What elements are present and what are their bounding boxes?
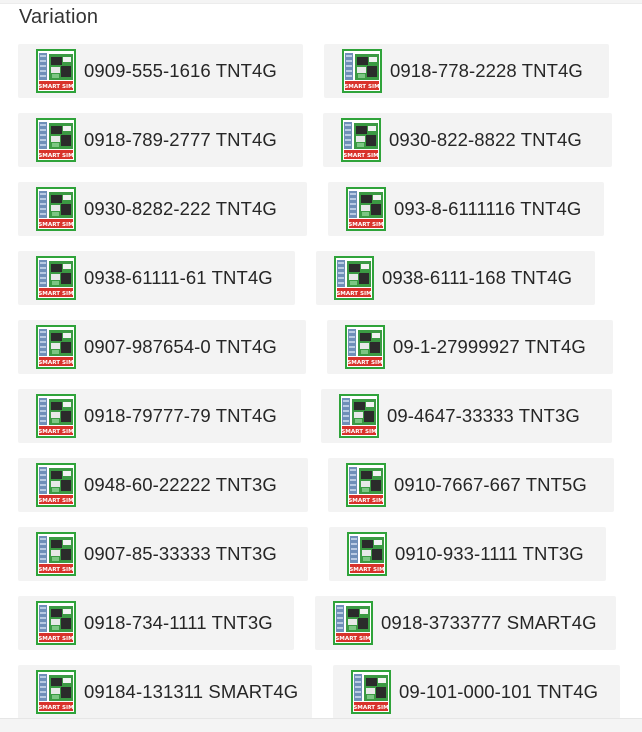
svg-text:SMART SIM: SMART SIM bbox=[38, 705, 74, 711]
smart-sim-card-icon: SMART SIM bbox=[346, 187, 386, 231]
svg-text:SMART SIM: SMART SIM bbox=[348, 498, 384, 504]
option-label: 0910-7667-667 TNT5G bbox=[394, 474, 587, 495]
variation-option[interactable]: SMART SIM 0910-7667-667 TNT5G bbox=[328, 458, 614, 512]
smart-sim-card-icon: SMART SIM bbox=[36, 325, 76, 369]
svg-text:SMART SIM: SMART SIM bbox=[38, 636, 74, 642]
option-label: 0918-734-1111 TNT3G bbox=[84, 612, 273, 633]
variation-option[interactable]: SMART SIM 0938-6111-168 TNT4G bbox=[316, 251, 595, 305]
option-label: 0938-6111-168 TNT4G bbox=[382, 267, 573, 288]
smart-sim-card-icon: SMART SIM bbox=[36, 463, 76, 507]
smart-sim-card-icon: SMART SIM bbox=[351, 670, 391, 714]
smart-sim-card-icon: SMART SIM bbox=[341, 118, 381, 162]
variation-option[interactable]: SMART SIM 0918-734-1111 TNT3G bbox=[18, 596, 294, 650]
option-label: 0918-3733777 SMART4G bbox=[381, 612, 597, 633]
option-label: 0938-61111-61 TNT4G bbox=[84, 267, 273, 288]
svg-text:SMART SIM: SMART SIM bbox=[38, 498, 74, 504]
svg-text:SMART SIM: SMART SIM bbox=[38, 291, 74, 297]
variation-option[interactable]: SMART SIM 09-1-27999927 TNT4G bbox=[327, 320, 613, 374]
variation-option[interactable]: SMART SIM 0918-3733777 SMART4G bbox=[315, 596, 616, 650]
svg-text:SMART SIM: SMART SIM bbox=[38, 429, 74, 435]
smart-sim-card-icon: SMART SIM bbox=[333, 601, 373, 645]
svg-text:SMART SIM: SMART SIM bbox=[335, 636, 371, 642]
option-label: 09-4647-33333 TNT3G bbox=[387, 405, 580, 426]
option-label: 0907-85-33333 TNT3G bbox=[84, 543, 277, 564]
svg-text:SMART SIM: SMART SIM bbox=[347, 360, 383, 366]
variation-option[interactable]: SMART SIM 0938-61111-61 TNT4G bbox=[18, 251, 295, 305]
smart-sim-card-icon: SMART SIM bbox=[36, 49, 76, 93]
svg-text:SMART SIM: SMART SIM bbox=[341, 429, 377, 435]
variation-option[interactable]: SMART SIM 0930-822-8822 TNT4G bbox=[323, 113, 612, 167]
option-label: 0918-79777-79 TNT4G bbox=[84, 405, 277, 426]
variation-option[interactable]: SMART SIM 0918-79777-79 TNT4G bbox=[18, 389, 301, 443]
variation-option[interactable]: SMART SIM 09-101-000-101 TNT4G bbox=[333, 665, 620, 719]
svg-text:SMART SIM: SMART SIM bbox=[38, 360, 74, 366]
variation-option[interactable]: SMART SIM 0918-778-2228 TNT4G bbox=[324, 44, 609, 98]
option-label: 093-8-6111116 TNT4G bbox=[394, 198, 582, 219]
variation-option[interactable]: SMART SIM 0907-987654-0 TNT4G bbox=[18, 320, 306, 374]
option-label: 0918-778-2228 TNT4G bbox=[390, 60, 583, 81]
smart-sim-card-icon: SMART SIM bbox=[36, 187, 76, 231]
svg-text:SMART SIM: SMART SIM bbox=[344, 84, 380, 90]
svg-text:SMART SIM: SMART SIM bbox=[38, 153, 74, 159]
variation-option[interactable]: SMART SIM 09-4647-33333 TNT3G bbox=[321, 389, 612, 443]
smart-sim-card-icon: SMART SIM bbox=[36, 601, 76, 645]
smart-sim-card-icon: SMART SIM bbox=[345, 325, 385, 369]
variation-option[interactable]: SMART SIM 0910-933-1111 TNT3G bbox=[329, 527, 606, 581]
smart-sim-card-icon: SMART SIM bbox=[346, 463, 386, 507]
svg-text:SMART SIM: SMART SIM bbox=[349, 567, 385, 573]
smart-sim-card-icon: SMART SIM bbox=[342, 49, 382, 93]
option-label: 0907-987654-0 TNT4G bbox=[84, 336, 277, 357]
smart-sim-card-icon: SMART SIM bbox=[36, 118, 76, 162]
option-label: 0909-555-1616 TNT4G bbox=[84, 60, 277, 81]
svg-text:SMART SIM: SMART SIM bbox=[353, 705, 389, 711]
svg-text:SMART SIM: SMART SIM bbox=[343, 153, 379, 159]
variation-option[interactable]: SMART SIM 0930-8282-222 TNT4G bbox=[18, 182, 307, 236]
variation-option[interactable]: SMART SIM 0918-789-2777 TNT4G bbox=[18, 113, 303, 167]
smart-sim-card-icon: SMART SIM bbox=[36, 532, 76, 576]
smart-sim-card-icon: SMART SIM bbox=[334, 256, 374, 300]
option-label: 0910-933-1111 TNT3G bbox=[395, 543, 584, 564]
svg-text:SMART SIM: SMART SIM bbox=[38, 567, 74, 573]
option-label: 09-101-000-101 TNT4G bbox=[399, 681, 599, 702]
variation-option[interactable]: SMART SIM 0907-85-33333 TNT3G bbox=[18, 527, 308, 581]
variation-option[interactable]: SMART SIM 09184-131311 SMART4G bbox=[18, 665, 312, 719]
svg-text:SMART SIM: SMART SIM bbox=[38, 84, 74, 90]
variation-option[interactable]: SMART SIM 093-8-6111116 TNT4G bbox=[328, 182, 604, 236]
variation-option[interactable]: SMART SIM 0948-60-22222 TNT3G bbox=[18, 458, 308, 512]
smart-sim-card-icon: SMART SIM bbox=[36, 670, 76, 714]
option-label: 0948-60-22222 TNT3G bbox=[84, 474, 277, 495]
option-label: 0930-8282-222 TNT4G bbox=[84, 198, 277, 219]
smart-sim-card-icon: SMART SIM bbox=[36, 256, 76, 300]
bottom-divider bbox=[0, 718, 642, 732]
smart-sim-card-icon: SMART SIM bbox=[339, 394, 379, 438]
variation-options: SMART SIM 0909-555-1616 TNT4G SMART SIM … bbox=[0, 0, 642, 731]
smart-sim-card-icon: SMART SIM bbox=[36, 394, 76, 438]
smart-sim-card-icon: SMART SIM bbox=[347, 532, 387, 576]
option-label: 0918-789-2777 TNT4G bbox=[84, 129, 277, 150]
option-label: 0930-822-8822 TNT4G bbox=[389, 129, 582, 150]
option-label: 09-1-27999927 TNT4G bbox=[393, 336, 586, 357]
svg-text:SMART SIM: SMART SIM bbox=[348, 222, 384, 228]
svg-text:SMART SIM: SMART SIM bbox=[336, 291, 372, 297]
variation-option[interactable]: SMART SIM 0909-555-1616 TNT4G bbox=[18, 44, 303, 98]
option-label: 09184-131311 SMART4G bbox=[84, 681, 299, 702]
svg-text:SMART SIM: SMART SIM bbox=[38, 222, 74, 228]
